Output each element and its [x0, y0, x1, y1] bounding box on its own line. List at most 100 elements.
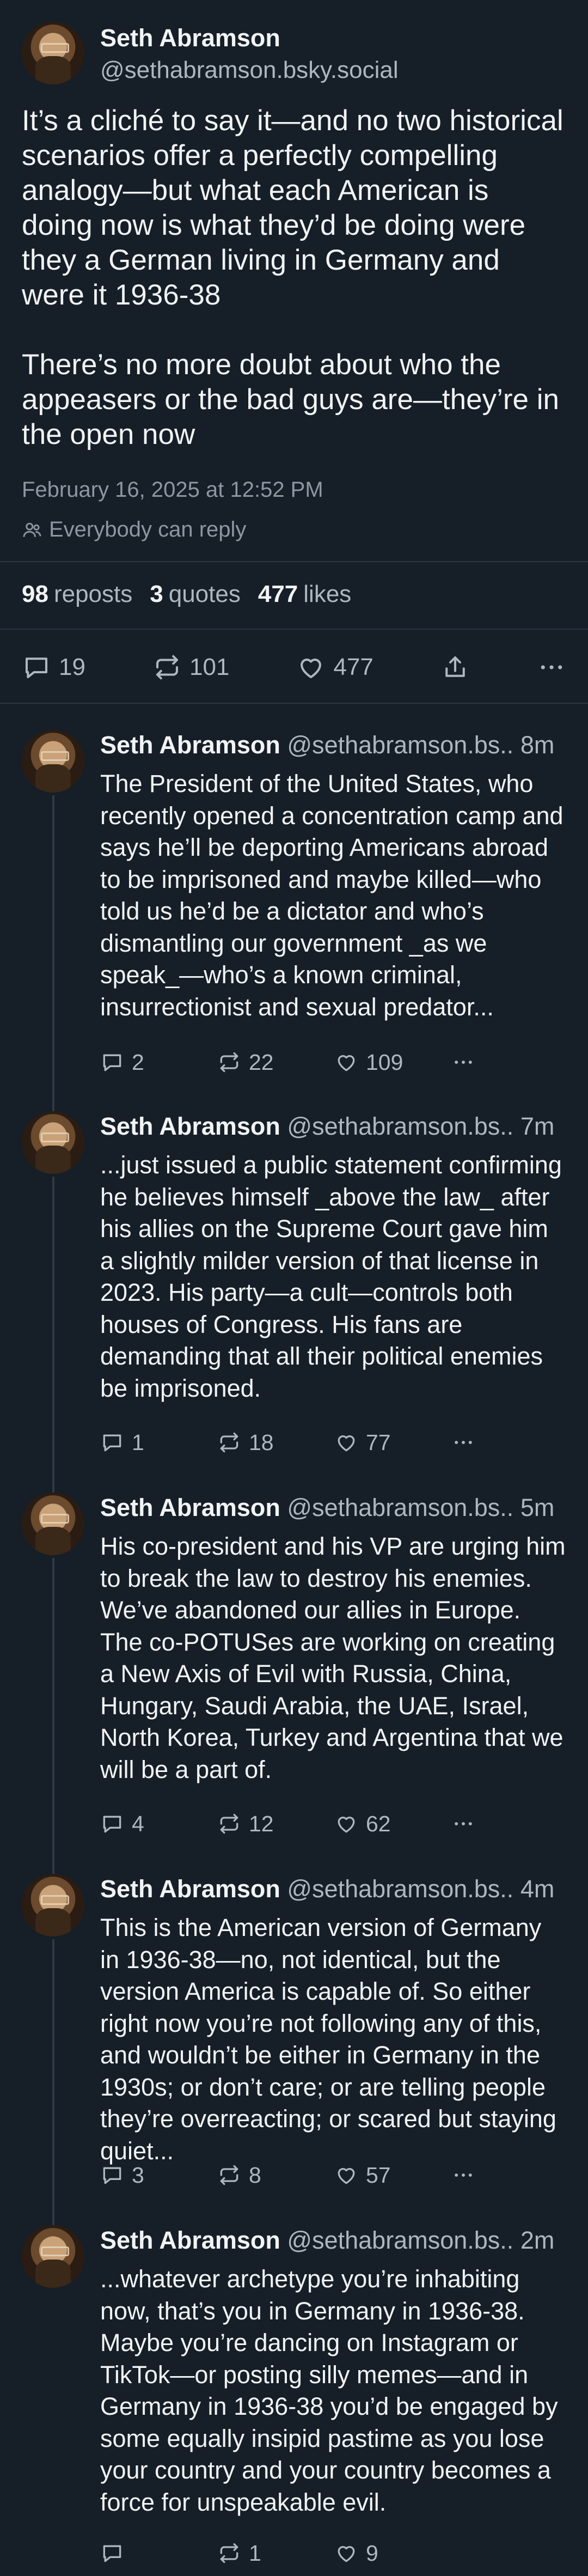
thread-line	[52, 2209, 54, 2225]
reply-time[interactable]: 7m	[520, 1112, 555, 1140]
like-count: 109	[366, 1049, 403, 1075]
reply-button[interactable]: 3	[100, 2163, 217, 2188]
reply-time[interactable]: 4m	[520, 1875, 555, 1903]
like-button[interactable]: 9	[334, 2541, 451, 2566]
thread-line	[52, 1095, 54, 1111]
reply-time[interactable]: 8m	[520, 731, 555, 759]
main-post: Seth Abramson @sethabramson.bsky.social …	[0, 0, 588, 716]
reply-header: Seth Abramson @sethabramson.bs.. 2m	[100, 2226, 566, 2255]
repost-count: 8	[249, 2162, 261, 2188]
repost-button[interactable]: 1	[217, 2541, 334, 2566]
thread-line	[52, 1476, 54, 1493]
heart-icon	[338, 1435, 355, 1452]
more-options-button[interactable]	[451, 1430, 475, 1454]
author-name[interactable]: Seth Abramson	[100, 24, 280, 52]
reply-button[interactable]: 19	[22, 653, 85, 682]
thread-line	[52, 795, 54, 1095]
more-icon	[455, 1441, 472, 1444]
reply-button[interactable]	[100, 2541, 217, 2565]
repost-button[interactable]: 12	[217, 1811, 334, 1837]
reply-count: 2	[132, 1049, 144, 1075]
share-icon	[445, 656, 465, 677]
more-options-button[interactable]	[451, 2163, 475, 2187]
repost-button[interactable]: 18	[217, 1430, 334, 1456]
avatar[interactable]	[22, 1874, 84, 1936]
like-button[interactable]: 109	[334, 1050, 451, 1075]
repost-button[interactable]: 22	[217, 1050, 334, 1075]
like-count: 62	[366, 1811, 391, 1836]
reply-header: Seth Abramson @sethabramson.bs.. 7m	[100, 1112, 566, 1141]
author-handle[interactable]: @sethabramson.bs..	[287, 731, 513, 759]
reply-actions: 4 12 62	[100, 1808, 492, 1839]
avatar[interactable]	[22, 22, 84, 84]
thread-reply[interactable]: Seth Abramson @sethabramson.bs.. 4m This…	[0, 1858, 588, 2209]
thread-reply[interactable]: Seth Abramson @sethabramson.bs.. 2m ...w…	[0, 2209, 588, 2576]
author-name[interactable]: Seth Abramson	[100, 1112, 280, 1140]
thread-reply[interactable]: Seth Abramson @sethabramson.bs.. 7m ...j…	[0, 1095, 588, 1476]
reply-actions: 3 8 57	[100, 2160, 492, 2190]
thread-reply[interactable]: Seth Abramson @sethabramson.bs.. 8m The …	[0, 714, 588, 1095]
author-handle[interactable]: @sethabramson.bs..	[287, 1112, 513, 1140]
avatar[interactable]	[22, 1111, 84, 1174]
more-options-button[interactable]	[537, 653, 566, 682]
divider	[0, 629, 588, 630]
author-handle[interactable]: @sethabramson.bs..	[287, 1875, 513, 1903]
reply-count: 1	[132, 1429, 144, 1455]
repost-button[interactable]: 8	[217, 2163, 334, 2188]
reply-time[interactable]: 2m	[520, 2226, 555, 2254]
like-button[interactable]: 77	[334, 1430, 451, 1456]
reply-setting-label: Everybody can reply	[49, 517, 247, 541]
reply-actions: 2 22 109	[100, 1047, 492, 1077]
author-handle[interactable]: @sethabramson.bs..	[287, 2226, 513, 2254]
share-button[interactable]	[440, 653, 470, 682]
reply-button[interactable]: 1	[100, 1430, 217, 1456]
comment-icon	[25, 657, 48, 679]
comment-icon	[103, 1434, 121, 1452]
repost-icon	[220, 1432, 238, 1453]
heart-icon	[301, 659, 322, 679]
like-button[interactable]: 477	[296, 653, 373, 682]
repost-button[interactable]: 101	[152, 653, 229, 682]
author-name[interactable]: Seth Abramson	[100, 1875, 280, 1903]
quotes-count: 3	[150, 581, 163, 607]
avatar[interactable]	[22, 1493, 84, 1555]
author-name[interactable]: Seth Abramson	[100, 731, 280, 759]
like-button[interactable]: 62	[334, 1811, 451, 1837]
reply-count: 19	[59, 654, 85, 680]
reply-text: ...just issued a public statement confir…	[100, 1151, 569, 1402]
thread-line	[52, 1558, 54, 1858]
reply-time[interactable]: 5m	[520, 1494, 555, 1521]
reply-text: His co-president and his VP are urging h…	[100, 1532, 573, 1783]
heart-icon	[338, 2168, 355, 2184]
likes-count-link[interactable]: 477 likes	[258, 581, 351, 608]
reply-actions: 1 9	[100, 2538, 492, 2568]
comment-icon	[103, 2167, 121, 2184]
avatar[interactable]	[22, 730, 84, 793]
reply-button[interactable]: 2	[100, 1050, 217, 1075]
repost-count: 101	[189, 654, 230, 680]
heart-icon	[338, 1055, 355, 1071]
post-timestamp: February 16, 2025 at 12:52 PM	[22, 478, 323, 502]
reposts-count-link[interactable]: 98 reposts	[22, 581, 132, 608]
reply-actions: 1 18 77	[100, 1427, 492, 1458]
avatar[interactable]	[22, 2225, 84, 2288]
repost-icon	[220, 1052, 238, 1073]
reply-text: ...whatever archetype you’re inhabiting …	[100, 2265, 565, 2516]
author-handle[interactable]: @sethabramson.bsky.social	[100, 57, 399, 84]
author-handle[interactable]: @sethabramson.bs..	[287, 1494, 513, 1521]
thread-line	[52, 1177, 54, 1476]
like-button[interactable]: 57	[334, 2163, 451, 2188]
more-options-button[interactable]	[451, 1050, 475, 1074]
like-count: 477	[333, 654, 373, 680]
reply-text: This is the American version of Germany …	[100, 1914, 564, 2165]
repost-count: 18	[249, 1429, 274, 1455]
reply-button[interactable]: 4	[100, 1811, 217, 1837]
comment-icon	[103, 1054, 121, 1071]
quotes-count-link[interactable]: 3 quotes	[150, 581, 241, 608]
reply-text: The President of the United States, who …	[100, 770, 571, 1021]
author-name[interactable]: Seth Abramson	[100, 2226, 280, 2254]
author-name[interactable]: Seth Abramson	[100, 1494, 280, 1521]
reply-setting: Everybody can reply	[22, 517, 246, 542]
more-options-button[interactable]	[451, 1812, 475, 1836]
thread-reply[interactable]: Seth Abramson @sethabramson.bs.. 5m His …	[0, 1476, 588, 1858]
